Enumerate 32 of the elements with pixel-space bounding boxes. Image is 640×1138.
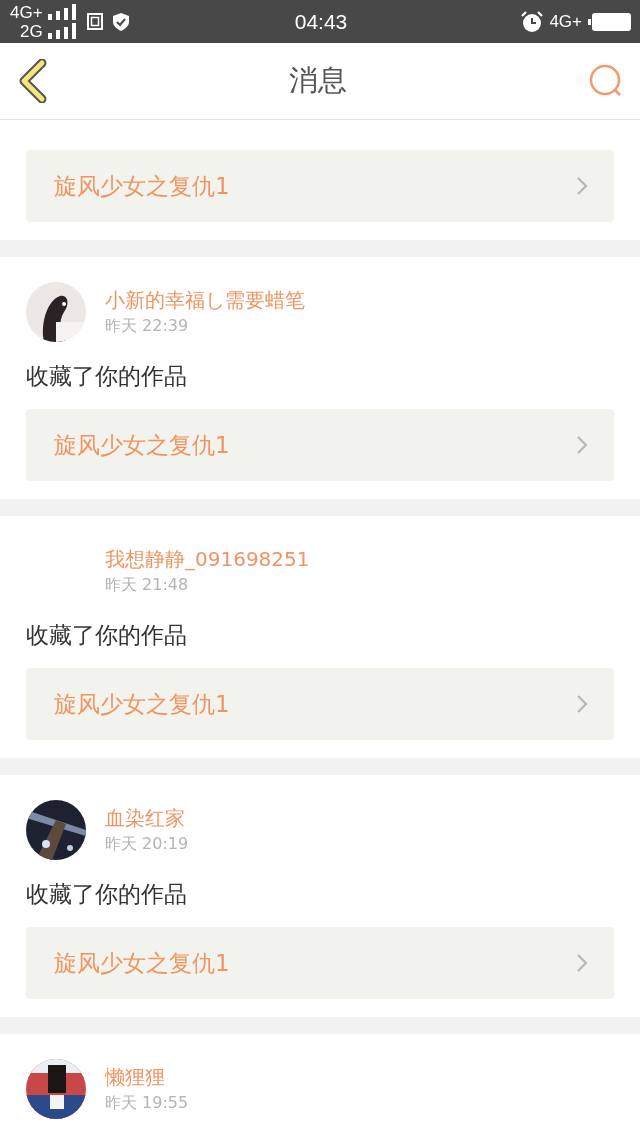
chevron-right-icon [576,176,588,196]
alarm-icon [521,10,544,33]
network-label: 2G [19,21,43,41]
signal-icon [46,23,77,39]
battery-icon [588,11,632,32]
back-button[interactable] [18,59,48,103]
sim-icon [86,13,103,30]
action-text: 收藏了你的作品 [26,621,188,650]
chevron-right-icon [576,435,588,455]
network-label: 4G+ [10,2,43,22]
work-link[interactable]: 旋风少女之复仇1 [26,150,614,222]
work-link[interactable]: 旋风少女之复仇1 [26,668,614,740]
back-icon [18,59,48,103]
work-link[interactable]: 旋风少女之复仇1 [26,927,614,999]
chevron-right-icon [576,953,588,973]
action-text: 收藏了你的作品 [26,880,188,909]
user-name[interactable]: 血染红家 [105,804,189,832]
work-link[interactable]: 旋风少女之复仇1 [26,409,614,481]
clock-time: 04:43 [293,9,349,34]
network-label: 4G+ [549,11,582,32]
shield-icon [112,12,129,31]
signal-icon [46,4,77,20]
action-text: 收藏了你的作品 [26,362,188,391]
message-time: 昨天 19:55 [105,1092,189,1114]
chevron-right-icon [576,694,588,714]
user-name[interactable]: 我想静静_091698251 [105,545,310,573]
message-time: 昨天 21:48 [105,574,190,596]
message-time: 昨天 22:39 [105,315,190,337]
user-name[interactable]: 懒狸狸 [105,1063,189,1091]
user-name[interactable]: 小新的幸福し需要蜡笔 [105,286,305,314]
page-title: 消息 [289,62,347,99]
message-time: 昨天 20:19 [105,833,189,855]
